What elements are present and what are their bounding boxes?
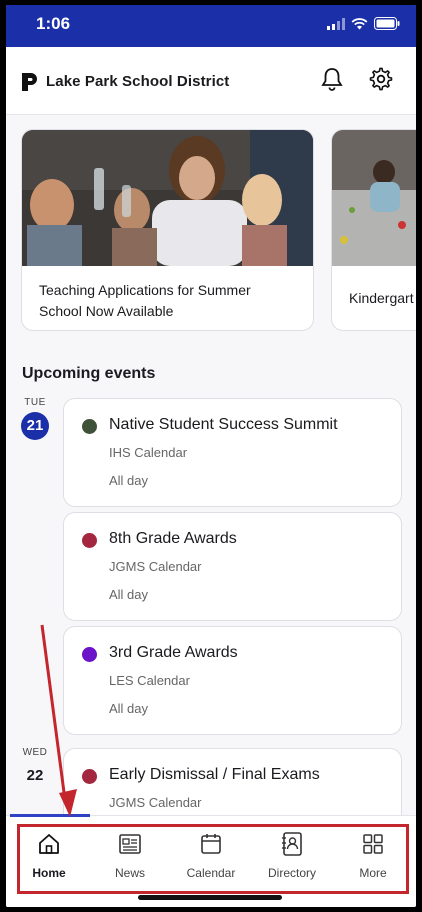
day-label: TUE 21 (20, 397, 50, 440)
day-number: 21 (21, 412, 49, 440)
day-of-week: WED (22, 747, 48, 758)
news-card[interactable]: Kindergart (331, 129, 416, 331)
device-frame: 1:06 Lake Park School District Teaching … (0, 0, 422, 912)
day-of-week: TUE (24, 397, 46, 408)
news-card[interactable]: Teaching Applications for Summer School … (21, 129, 314, 331)
battery-icon (374, 17, 400, 35)
signal-icon (327, 17, 345, 35)
status-icons (327, 17, 400, 35)
event-name: 8th Grade Awards (109, 530, 237, 547)
calendar-color-dot (82, 533, 97, 548)
event-time: All day (109, 473, 149, 488)
event-time: All day (109, 587, 149, 602)
status-time: 1:06 (36, 14, 71, 33)
day-label: WED 22 (20, 747, 50, 790)
event-time: All day (109, 701, 149, 716)
event-card[interactable]: Native Student Success Summit IHS Calend… (63, 398, 402, 507)
news-card-photo (22, 130, 313, 266)
calendar-color-dot (82, 769, 97, 784)
calendar-color-dot (82, 647, 97, 662)
status-bar: 1:06 (6, 5, 416, 47)
news-card-title: Kindergart (349, 290, 414, 306)
wifi-icon (351, 17, 368, 35)
event-name: Native Student Success Summit (109, 416, 338, 433)
event-calendar: JGMS Calendar (109, 795, 202, 810)
day-number: 22 (26, 767, 44, 784)
bell-icon[interactable] (319, 66, 345, 97)
active-tab-indicator (10, 814, 90, 817)
district-logo-icon (20, 71, 40, 98)
app-screen: 1:06 Lake Park School District Teaching … (6, 5, 416, 907)
event-calendar: LES Calendar (109, 673, 190, 688)
tab-bar-highlight-box (17, 824, 409, 894)
news-card-title: Teaching Applications for Summer School … (39, 282, 251, 319)
event-card[interactable]: 3rd Grade Awards LES Calendar All day (63, 626, 402, 735)
event-calendar: JGMS Calendar (109, 559, 202, 574)
district-name: Lake Park School District (46, 73, 230, 90)
calendar-color-dot (82, 419, 97, 434)
event-name: Early Dismissal / Final Exams (109, 766, 320, 783)
gear-icon[interactable] (369, 67, 393, 96)
event-name: 3rd Grade Awards (109, 644, 238, 661)
upcoming-events-heading: Upcoming events (22, 365, 156, 382)
event-card[interactable]: 8th Grade Awards JGMS Calendar All day (63, 512, 402, 621)
event-calendar: IHS Calendar (109, 445, 188, 460)
home-indicator (138, 895, 282, 900)
app-header: Lake Park School District (6, 47, 416, 115)
news-card-photo (332, 130, 416, 266)
